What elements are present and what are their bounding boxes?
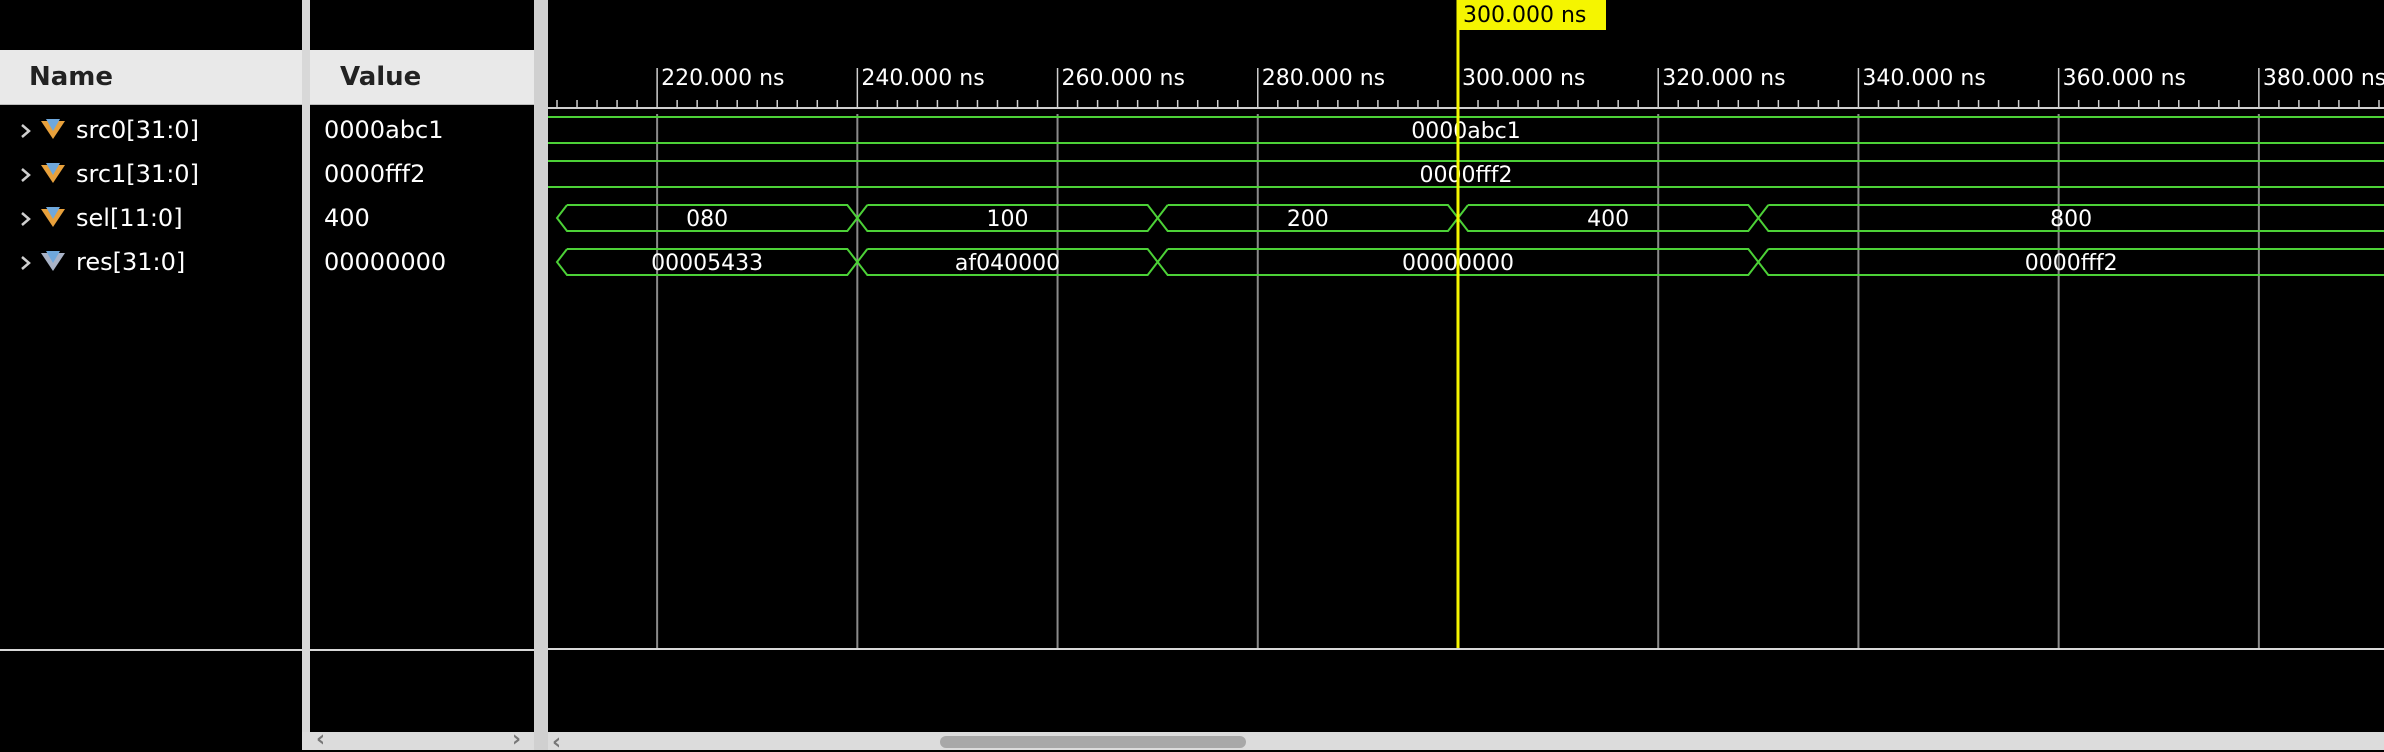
- list-bottom-separator: [0, 649, 302, 651]
- expand-chevron-icon[interactable]: [16, 248, 36, 278]
- waveform-viewer[interactable]: 220.000 ns 240.000 ns 260.000 ns 280.000 ns…: [548, 0, 2384, 750]
- ruler-tick-label: 380.000 ns: [2263, 66, 2384, 91]
- bus-value-label: 200: [1287, 207, 1329, 232]
- signal-value: 0000fff2: [324, 160, 426, 188]
- bus-value-label: af040000: [955, 251, 1060, 276]
- expand-chevron-icon[interactable]: [16, 160, 36, 190]
- signal-row-src0[interactable]: src0[31:0] 0000abc1: [0, 109, 540, 153]
- ruler-tick-label: 320.000 ns: [1662, 66, 1785, 91]
- bus-value-label: 0000fff2: [2025, 251, 2118, 276]
- time-scrollbar-thumb[interactable]: [940, 736, 1246, 748]
- signal-panel: Name Value src0[31:0] 0000abc1 src1[31:0…: [0, 0, 548, 752]
- value-scrollbar[interactable]: [302, 732, 534, 750]
- bus-value-label: 800: [2050, 207, 2092, 232]
- time-scrollbar-track[interactable]: [548, 732, 2384, 750]
- bus-signal-icon: [41, 163, 65, 183]
- signal-name: src0[31:0]: [76, 116, 199, 144]
- bus-value-label: 400: [1587, 207, 1629, 232]
- signal-row-src1[interactable]: src1[31:0] 0000fff2: [0, 153, 540, 197]
- signal-name: sel[11:0]: [76, 204, 183, 232]
- bus-value-label: 0000fff2: [1420, 163, 1513, 188]
- time-cursor-label: 300.000 ns: [1463, 3, 1586, 28]
- bus-value-label: 00005433: [651, 251, 763, 276]
- ruler-tick-label: 240.000 ns: [861, 66, 984, 91]
- signal-value: 0000abc1: [324, 116, 444, 144]
- waveform-sel[interactable]: 080 100 200 400 800: [555, 204, 2384, 232]
- expand-chevron-icon[interactable]: [16, 116, 36, 146]
- value-column-header[interactable]: Value: [310, 50, 534, 105]
- ruler-tick-label: 340.000 ns: [1862, 66, 1985, 91]
- list-bottom-separator: [310, 649, 534, 651]
- waveform-res[interactable]: 00005433 af040000 00000000 0000fff2: [555, 248, 2384, 276]
- waveform-src1[interactable]: 0000fff2: [548, 160, 2384, 188]
- ruler-tick-label: 360.000 ns: [2063, 66, 2186, 91]
- signal-value: 00000000: [324, 248, 447, 276]
- scroll-right-arrow-icon[interactable]: ›: [512, 727, 521, 752]
- waveform-src0[interactable]: 0000abc1: [548, 116, 2384, 144]
- bus-signal-icon: [41, 119, 65, 139]
- bus-value-label: 080: [686, 207, 728, 232]
- time-ruler: 220.000 ns 240.000 ns 260.000 ns 280.000 ns…: [548, 66, 2384, 109]
- signal-name: res[31:0]: [76, 248, 186, 276]
- bus-signal-icon: [41, 251, 65, 271]
- expand-chevron-icon[interactable]: [16, 204, 36, 234]
- time-scroll-left-arrow-icon[interactable]: ‹: [552, 730, 561, 750]
- signal-row-sel[interactable]: sel[11:0] 400: [0, 197, 540, 241]
- ruler-tick-label: 260.000 ns: [1062, 66, 1185, 91]
- ruler-tick-label: 300.000 ns: [1462, 66, 1585, 91]
- bus-signal-icon: [41, 207, 65, 227]
- ruler-tick-label: 280.000 ns: [1262, 66, 1385, 91]
- signal-value: 400: [324, 204, 370, 232]
- scroll-left-arrow-icon[interactable]: ‹: [316, 727, 325, 752]
- name-column-header[interactable]: Name: [0, 50, 302, 105]
- waveform-canvas[interactable]: 220.000 ns 240.000 ns 260.000 ns 280.000 ns…: [548, 0, 2384, 750]
- signal-row-res[interactable]: res[31:0] 00000000: [0, 241, 540, 285]
- signal-name: src1[31:0]: [76, 160, 199, 188]
- bus-value-label: 0000abc1: [1411, 119, 1521, 144]
- ruler-tick-label: 220.000 ns: [661, 66, 784, 91]
- bus-value-label: 100: [987, 207, 1029, 232]
